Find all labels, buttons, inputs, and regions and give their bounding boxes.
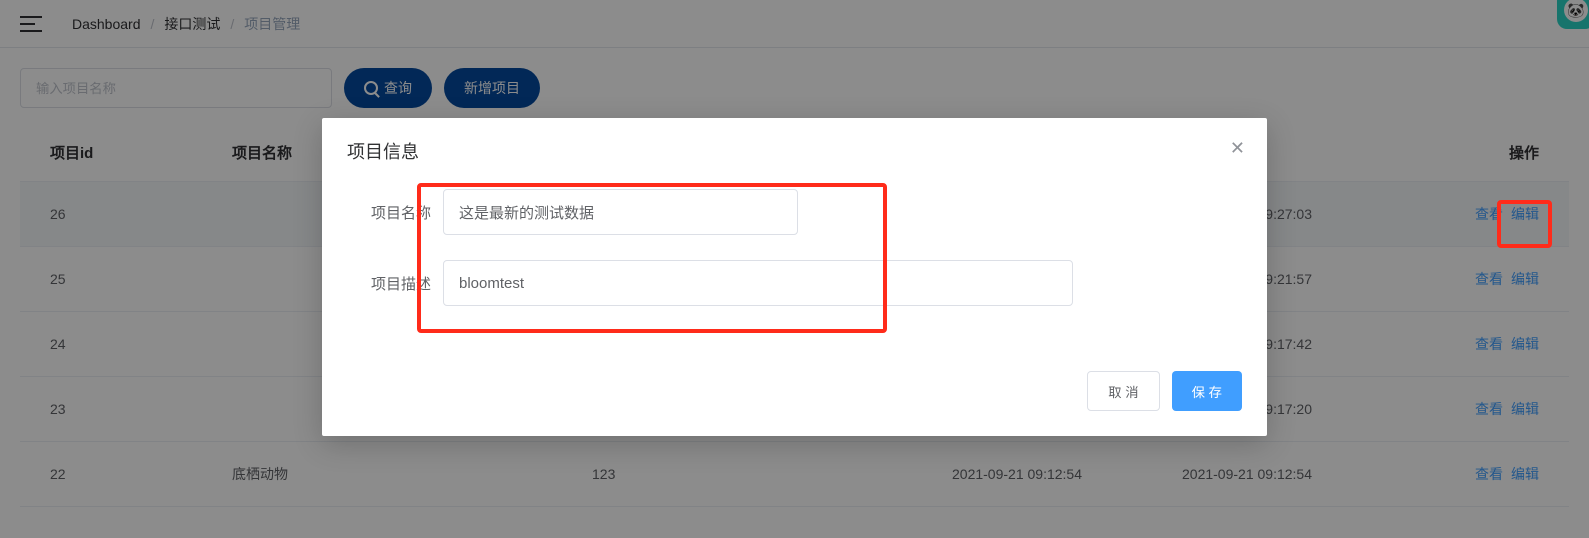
form-row-desc: 项目描述 <box>347 260 1242 306</box>
desc-input[interactable] <box>443 260 1073 306</box>
form-row-name: 项目名称 <box>347 189 1242 235</box>
desc-label: 项目描述 <box>347 273 443 294</box>
project-info-modal: ✕ 项目信息 项目名称 项目描述 取 消 保 存 <box>322 118 1267 436</box>
save-button[interactable]: 保 存 <box>1172 371 1242 411</box>
cancel-button[interactable]: 取 消 <box>1087 371 1159 411</box>
close-icon[interactable]: ✕ <box>1230 138 1245 159</box>
name-label: 项目名称 <box>347 202 443 223</box>
name-input[interactable] <box>443 189 798 235</box>
modal-overlay: ✕ 项目信息 项目名称 项目描述 取 消 保 存 <box>0 0 1589 538</box>
modal-title: 项目信息 <box>347 138 1242 164</box>
modal-footer: 取 消 保 存 <box>347 371 1242 411</box>
